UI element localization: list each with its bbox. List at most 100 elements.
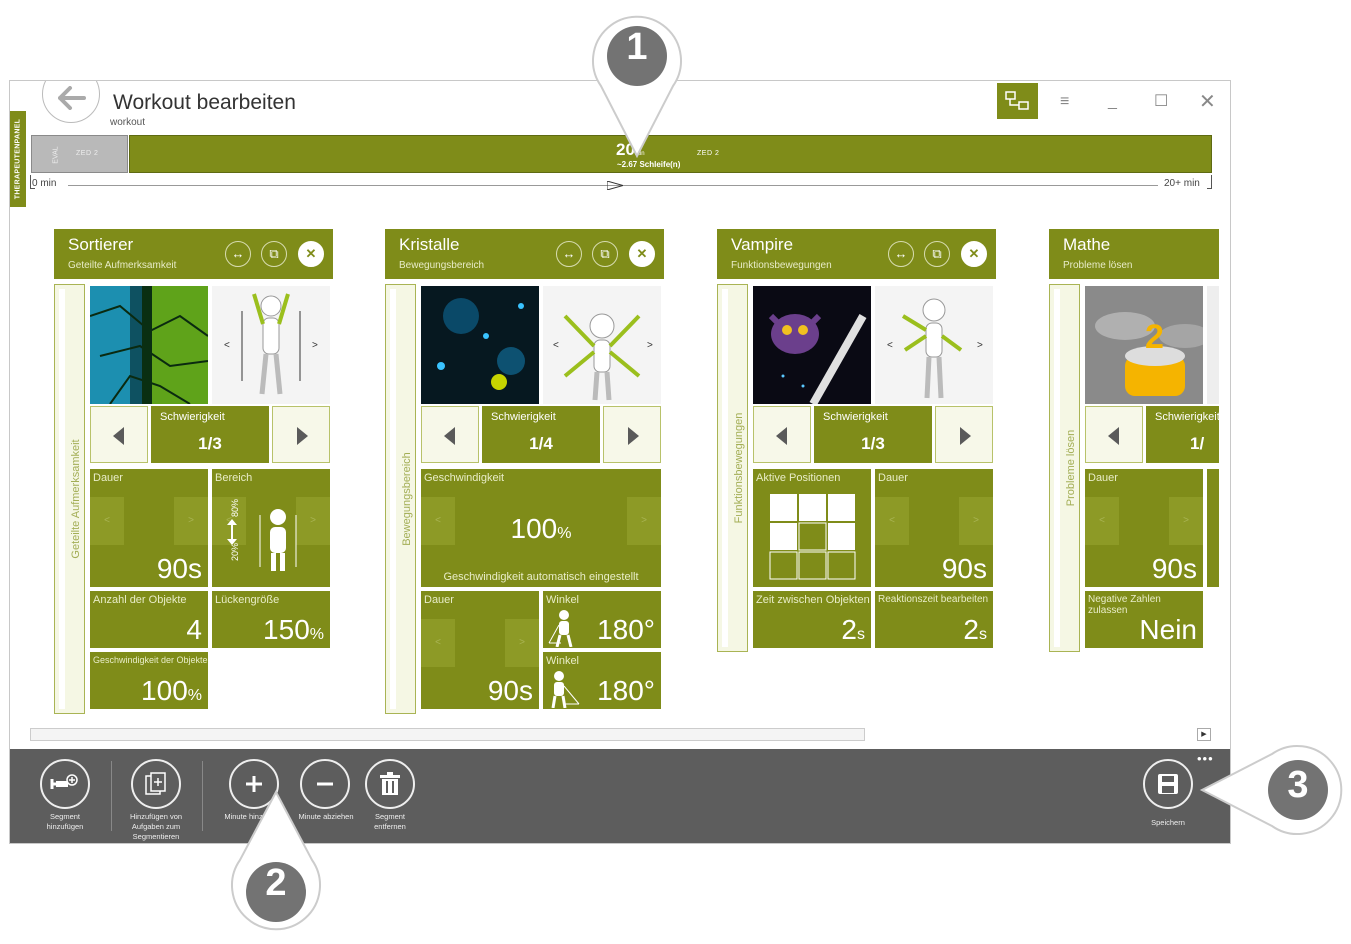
therapist-panel-label: THERAPEUTENPANEL [14, 118, 22, 200]
add-tasks-label: Hinzufügen von Aufgaben zum Segmentieren [129, 812, 183, 841]
dauer-tile[interactable]: Dauer < > 90s [421, 591, 539, 709]
remove-card-icon[interactable]: ✕ [961, 241, 987, 267]
therapist-panel-tab[interactable]: THERAPEUTENPANEL [10, 111, 26, 207]
remove-segment-button[interactable] [365, 759, 415, 809]
toolbar-divider [202, 761, 203, 831]
page-subtitle: workout [110, 117, 146, 128]
callout-3-number: 3 [1287, 764, 1309, 806]
luecke-tile[interactable]: Lückengröße 150% [212, 591, 330, 648]
difficulty-prev-button[interactable] [421, 406, 479, 463]
geschwindigkeit-value: 100% [141, 675, 202, 706]
difficulty-prev-button[interactable] [90, 406, 148, 463]
zeit-zwischen-objekten-tile[interactable]: Zeit zwischen Objekten 2s [753, 591, 871, 648]
bereich-high: 80% [230, 498, 241, 518]
callout-3: 3 [1198, 742, 1348, 843]
increase-arrow[interactable]: > [505, 619, 539, 667]
dauer-value: 90s [487, 675, 533, 706]
decrease-arrow[interactable]: < [421, 619, 455, 667]
increase-arrow[interactable]: > [959, 497, 993, 545]
maximize-icon[interactable]: ☐ [1154, 91, 1168, 111]
increase-arrow[interactable]: > [1169, 497, 1203, 545]
settings-sliders-icon[interactable]: ≡ [1060, 93, 1069, 111]
copy-icon[interactable]: ⧉ [592, 241, 618, 267]
swap-icon[interactable]: ↔ [888, 241, 914, 267]
difficulty-display: Schwierigkeit 1/3 [814, 406, 932, 463]
minimize-icon[interactable]: _ [1108, 93, 1117, 111]
eval-tag: EVAL [52, 146, 60, 164]
close-icon[interactable]: ✕ [1199, 89, 1216, 114]
card-subtitle: Funktionsbewegungen [731, 260, 832, 271]
swap-icon[interactable]: ↔ [556, 241, 582, 267]
game-image-art [90, 286, 208, 404]
remove-card-icon[interactable]: ✕ [629, 241, 655, 267]
geschwindigkeit-note: Geschwindigkeit automatisch eingestellt [443, 571, 639, 583]
add-tasks-icon [145, 772, 166, 795]
card-subtitle: Geteilte Aufmerksamkeit [68, 260, 177, 271]
difficulty-prev-button[interactable] [1085, 406, 1143, 463]
decrease-arrow[interactable]: < [90, 497, 124, 545]
movement-image-sortierer: < > [212, 286, 330, 404]
winkel-tile-2[interactable]: Winkel 180° [543, 652, 661, 709]
segment-view-button[interactable] [997, 83, 1038, 119]
difficulty-prev-button[interactable] [753, 406, 811, 463]
winkel-tile-1[interactable]: Winkel 180° [543, 591, 661, 648]
difficulty-next-button[interactable] [603, 406, 661, 463]
copy-icon[interactable]: ⧉ [924, 241, 950, 267]
game-image-vampire [753, 286, 871, 404]
card-side-strip: Bewegungsbereich [385, 284, 416, 714]
objekte-value: 4 [186, 614, 202, 645]
card-title: Sortierer [68, 235, 134, 254]
dauer-tile[interactable]: Dauer < > 90s [90, 469, 208, 587]
decrease-arrow[interactable]: < [1085, 497, 1119, 545]
eval-segment[interactable]: EVAL ZED 2 [31, 135, 128, 173]
negative-zahlen-tile[interactable]: Negative Zahlen zulassen Nein [1085, 591, 1203, 648]
remove-card-icon[interactable]: ✕ [298, 241, 324, 267]
add-segment-label: Segment hinzufügen [46, 812, 84, 831]
copy-icon[interactable]: ⧉ [261, 241, 287, 267]
geschwindigkeit-objekte-tile[interactable]: Geschwindigkeit der Objekte 100% [90, 652, 208, 709]
game-image-art [753, 286, 871, 404]
position-grid-icon[interactable] [769, 493, 857, 581]
increase-arrow[interactable]: > [296, 497, 330, 545]
aktive-positionen-tile[interactable]: Aktive Positionen [753, 469, 871, 587]
game-image-art: 2 [1085, 286, 1203, 404]
card-title: Vampire [731, 235, 794, 254]
add-tasks-button[interactable] [131, 759, 181, 809]
back-button[interactable] [42, 81, 100, 123]
svg-text:>: > [312, 340, 318, 351]
difficulty-next-button[interactable] [935, 406, 993, 463]
figure-range-icon [259, 509, 297, 571]
stage: THERAPEUTENPANEL Workout bearbeiten work… [0, 0, 1351, 944]
svg-text:2: 2 [1145, 318, 1164, 356]
objekte-tile[interactable]: Anzahl der Objekte 4 [90, 591, 208, 648]
difficulty-display: Schwierigkeit 1/4 [482, 406, 600, 463]
decrease-arrow[interactable]: < [875, 497, 909, 545]
dauer-tile[interactable]: Dauer < > 90s [875, 469, 993, 587]
card-header: Kristalle Bewegungsbereich ↔ ⧉ ✕ [385, 229, 664, 279]
bereich-tile[interactable]: Bereich < > 80% 20% [212, 469, 330, 587]
arrow-left-icon [58, 86, 86, 110]
card-subtitle: Probleme lösen [1063, 260, 1133, 271]
svg-text:>: > [977, 340, 983, 351]
task-card-mathe[interactable]: Mathe Probleme lösen Probleme lösen 2 Sc… [1049, 229, 1219, 659]
save-button[interactable] [1143, 759, 1193, 809]
increase-arrow[interactable]: > [174, 497, 208, 545]
range-arrow-icon [227, 519, 237, 545]
card-title: Kristalle [399, 235, 460, 254]
card-header: Sortierer Geteilte Aufmerksamkeit ↔ ⧉ ✕ [54, 229, 333, 279]
hidden-tile [1207, 469, 1219, 587]
game-image-art [421, 286, 539, 404]
timeline-marker-icon[interactable] [607, 181, 623, 190]
swap-icon[interactable]: ↔ [225, 241, 251, 267]
movement-image-kristalle: < > [543, 286, 661, 404]
card-header: Vampire Funktionsbewegungen ↔ ⧉ ✕ [717, 229, 996, 279]
reaktionszeit-tile[interactable]: Reaktionszeit bearbeiten 2s [875, 591, 993, 648]
horizontal-scrollbar[interactable] [30, 728, 865, 741]
axis-bracket-right [1207, 175, 1212, 189]
dauer-value: 90s [941, 553, 987, 584]
difficulty-next-button[interactable] [272, 406, 330, 463]
scroll-right-button[interactable]: ▶ [1197, 728, 1211, 741]
dauer-tile[interactable]: Dauer < > 90s [1085, 469, 1203, 587]
geschwindigkeit-tile[interactable]: Geschwindigkeit < > 100% Geschwindigkeit… [421, 469, 661, 587]
add-segment-button[interactable] [40, 759, 90, 809]
